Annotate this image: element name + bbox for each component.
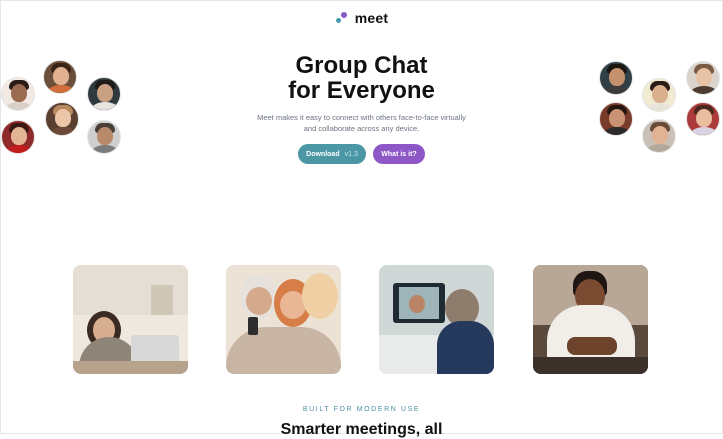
avatar-left-5 xyxy=(45,102,79,136)
section-title: Smarter meetings, all xyxy=(280,421,443,438)
avatar-right-5 xyxy=(642,119,676,153)
avatar-right-6 xyxy=(686,102,720,136)
what-is-it-label: What is it? xyxy=(381,150,417,158)
avatar-left-6 xyxy=(87,120,121,154)
download-version: v1.3 xyxy=(344,150,358,158)
meet-logo-icon xyxy=(335,11,349,25)
avatar-right-1 xyxy=(599,61,633,95)
avatar-right-4 xyxy=(599,102,633,136)
avatar-left-2 xyxy=(43,60,77,94)
avatar-right-2 xyxy=(642,78,676,112)
avatar-left-4 xyxy=(1,120,35,154)
section-kicker: BUILT FOR MODERN USE xyxy=(302,406,421,413)
download-button-label: Download xyxy=(306,150,340,158)
photo-card-3 xyxy=(379,265,494,374)
photo-card-2 xyxy=(226,265,341,374)
brand-name: meet xyxy=(354,10,389,26)
download-button[interactable]: Download v1.3 xyxy=(298,144,366,164)
avatar-right-3 xyxy=(686,61,720,95)
avatar-left-1 xyxy=(1,77,35,111)
photo-card-4 xyxy=(533,265,648,374)
photo-card-1 xyxy=(73,265,188,374)
avatar-left-3 xyxy=(87,77,121,111)
what-is-it-button[interactable]: What is it? xyxy=(373,144,425,164)
brand-logo[interactable]: meet xyxy=(0,10,723,26)
